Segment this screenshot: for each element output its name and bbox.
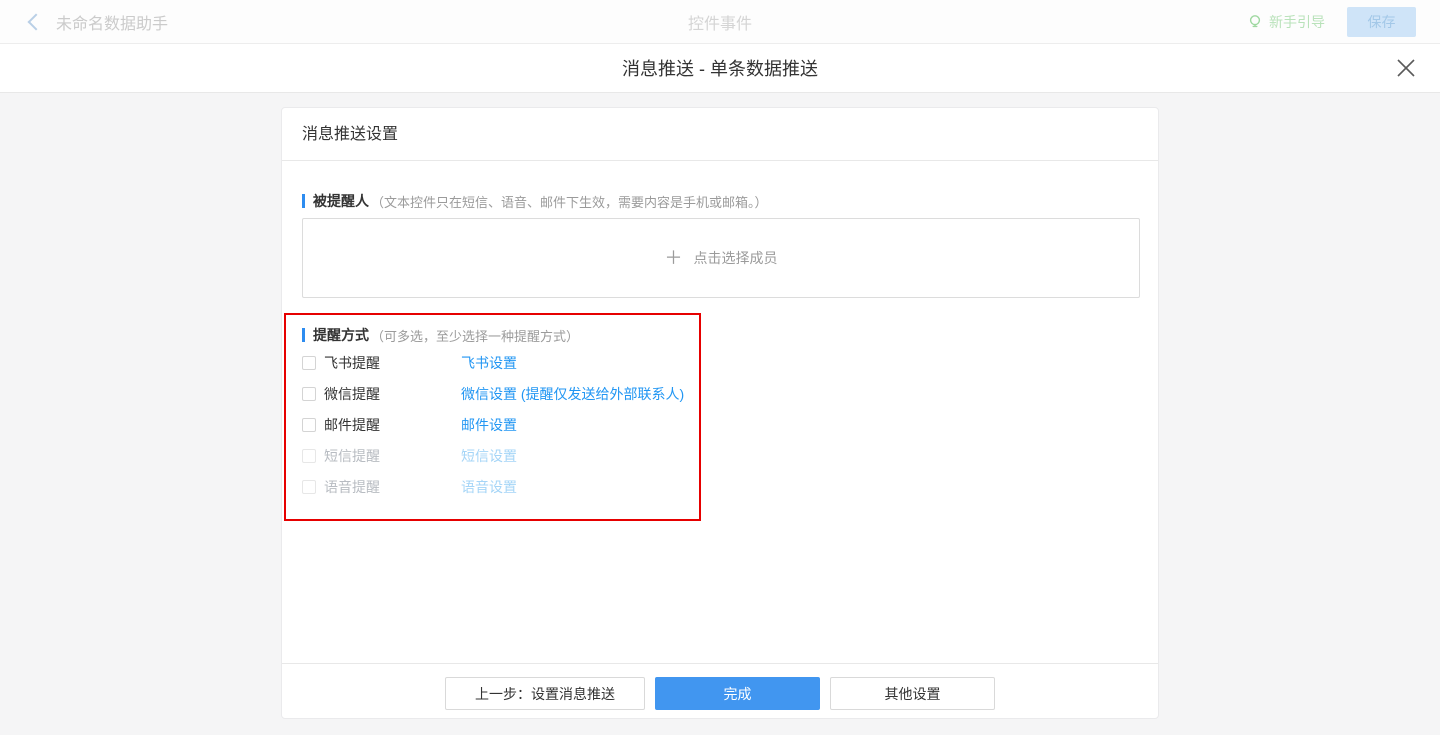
method-row-sms: 短信提醒 短信设置 <box>302 440 684 471</box>
lightbulb-icon <box>1247 14 1263 30</box>
modal-header: 消息推送 - 单条数据推送 <box>0 44 1440 93</box>
close-icon[interactable] <box>1394 56 1418 80</box>
method-label: 语音提醒 <box>324 477 461 497</box>
other-settings-button[interactable]: 其他设置 <box>830 677 995 710</box>
methods-note: （可多选，至少选择一种提醒方式） <box>371 326 579 345</box>
previous-step-button[interactable]: 上一步：设置消息推送 <box>445 677 645 710</box>
push-settings-card: 消息推送设置 被提醒人 （文本控件只在短信、语音、邮件下生效，需要内容是手机或邮… <box>281 107 1159 719</box>
topbar: 未命名数据助手 控件事件 新手引导 保存 <box>0 0 1440 44</box>
email-settings-link[interactable]: 邮件设置 <box>461 415 517 435</box>
recipients-note: （文本控件只在短信、语音、邮件下生效，需要内容是手机或邮箱。） <box>371 192 768 211</box>
modal-body: 消息推送设置 被提醒人 （文本控件只在短信、语音、邮件下生效，需要内容是手机或邮… <box>0 93 1440 735</box>
methods-list: 飞书提醒 飞书设置 微信提醒 微信设置 (提醒仅发送给外部联系人) 邮件提醒 邮… <box>302 347 684 502</box>
section-accent-bar <box>302 328 305 342</box>
feishu-settings-link[interactable]: 飞书设置 <box>461 353 517 373</box>
save-button[interactable]: 保存 <box>1347 7 1416 37</box>
checkbox-wechat[interactable] <box>302 387 316 401</box>
method-row-feishu: 飞书提醒 飞书设置 <box>302 347 684 378</box>
beginner-guide-button[interactable]: 新手引导 <box>1247 12 1325 32</box>
checkbox-sms <box>302 449 316 463</box>
select-members-label: 点击选择成员 <box>694 248 778 268</box>
select-members-button[interactable]: ＋ 点击选择成员 <box>302 218 1140 298</box>
methods-section-header: 提醒方式 （可多选，至少选择一种提醒方式） <box>302 325 579 345</box>
sms-settings-link: 短信设置 <box>461 446 517 466</box>
beginner-guide-label: 新手引导 <box>1269 12 1325 32</box>
section-accent-bar <box>302 194 305 208</box>
card-footer: 上一步：设置消息推送 完成 其他设置 <box>282 663 1158 720</box>
method-label: 短信提醒 <box>324 446 461 466</box>
topbar-actions: 新手引导 保存 <box>1247 0 1416 44</box>
checkbox-email[interactable] <box>302 418 316 432</box>
chevron-left-icon[interactable] <box>28 14 45 31</box>
checkbox-voice <box>302 480 316 494</box>
method-row-wechat: 微信提醒 微信设置 (提醒仅发送给外部联系人) <box>302 378 684 409</box>
method-label: 飞书提醒 <box>324 353 461 373</box>
plus-icon: ＋ <box>665 249 683 267</box>
card-title: 消息推送设置 <box>282 108 1158 161</box>
method-row-voice: 语音提醒 语音设置 <box>302 471 684 502</box>
topbar-back[interactable]: 未命名数据助手 <box>24 0 168 44</box>
app-title: 未命名数据助手 <box>56 10 168 34</box>
checkbox-feishu[interactable] <box>302 356 316 370</box>
method-label: 微信提醒 <box>324 384 461 404</box>
topbar-center-title: 控件事件 <box>0 0 1440 44</box>
recipients-section-header: 被提醒人 （文本控件只在短信、语音、邮件下生效，需要内容是手机或邮箱。） <box>302 191 768 211</box>
modal-title: 消息推送 - 单条数据推送 <box>622 55 818 81</box>
methods-label: 提醒方式 <box>313 325 369 345</box>
method-label: 邮件提醒 <box>324 415 461 435</box>
done-button[interactable]: 完成 <box>655 677 820 710</box>
wechat-settings-link[interactable]: 微信设置 (提醒仅发送给外部联系人) <box>461 384 684 404</box>
recipients-label: 被提醒人 <box>313 191 369 211</box>
method-row-email: 邮件提醒 邮件设置 <box>302 409 684 440</box>
voice-settings-link: 语音设置 <box>461 477 517 497</box>
